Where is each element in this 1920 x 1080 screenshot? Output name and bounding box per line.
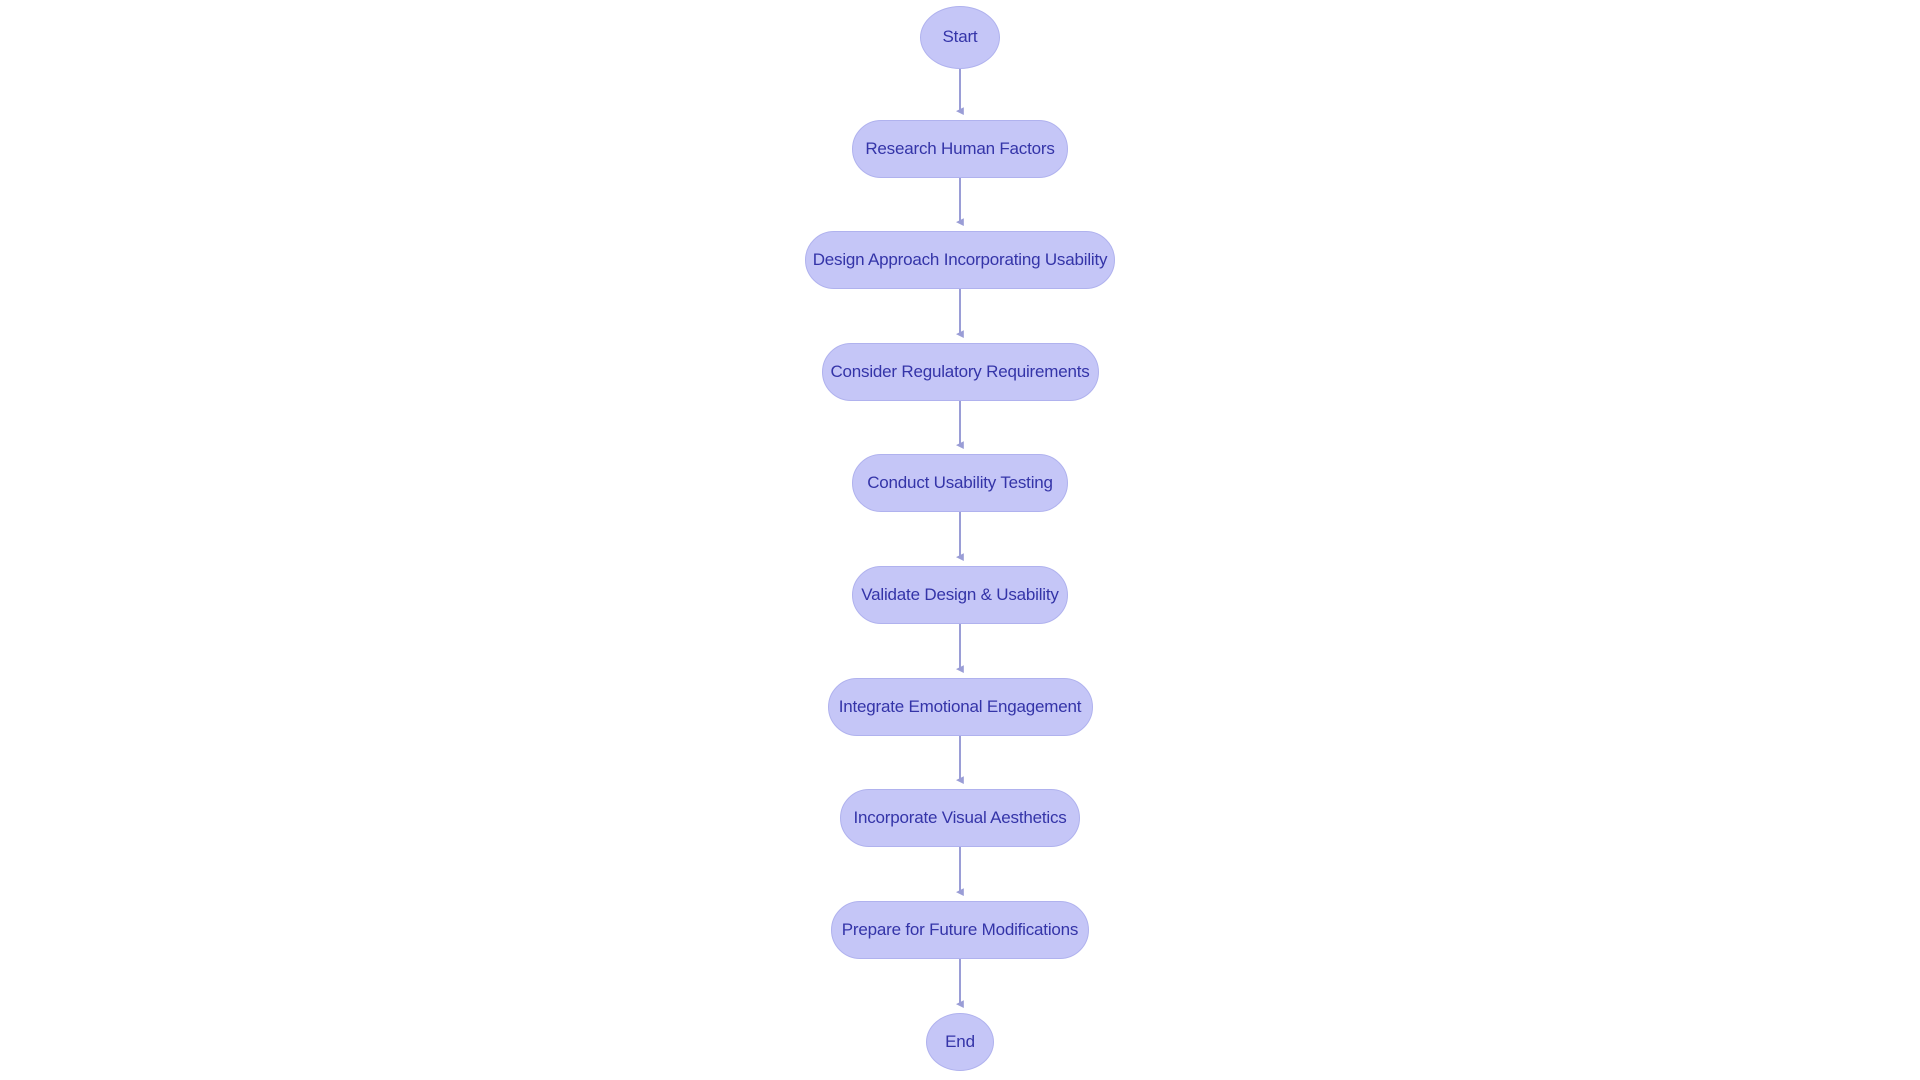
flow-node-validate[interactable]: Validate Design & Usability (852, 566, 1068, 624)
flow-node-future[interactable]: Prepare for Future Modifications (831, 901, 1089, 959)
flow-node-label: Integrate Emotional Engagement (838, 697, 1082, 716)
flow-node-label: Conduct Usability Testing (867, 473, 1053, 492)
flow-node-label: Research Human Factors (865, 139, 1055, 158)
flow-node-label: Consider Regulatory Requirements (830, 362, 1090, 381)
flow-node-label: Validate Design & Usability (861, 585, 1059, 604)
flow-node-research[interactable]: Research Human Factors (852, 120, 1068, 178)
flowchart-canvas: Start Research Human Factors Design Approa… (0, 0, 1920, 1080)
flow-node-aesthetics[interactable]: Incorporate Visual Aesthetics (840, 789, 1080, 847)
flow-node-label: End (945, 1032, 975, 1051)
flow-node-label: Design Approach Incorporating Usability (812, 250, 1108, 269)
flow-node-label: Incorporate Visual Aesthetics (853, 808, 1067, 827)
flow-node-end[interactable]: End (926, 1013, 994, 1071)
flow-node-start[interactable]: Start (920, 5, 1000, 69)
flow-node-emotional[interactable]: Integrate Emotional Engagement (827, 678, 1093, 736)
flow-node-label: Prepare for Future Modifications (841, 920, 1079, 939)
flow-node-regulatory[interactable]: Consider Regulatory Requirements (821, 343, 1099, 401)
flow-node-design[interactable]: Design Approach Incorporating Usability (805, 231, 1115, 289)
flow-node-label: Start (942, 27, 978, 46)
flow-node-testing[interactable]: Conduct Usability Testing (852, 454, 1068, 512)
